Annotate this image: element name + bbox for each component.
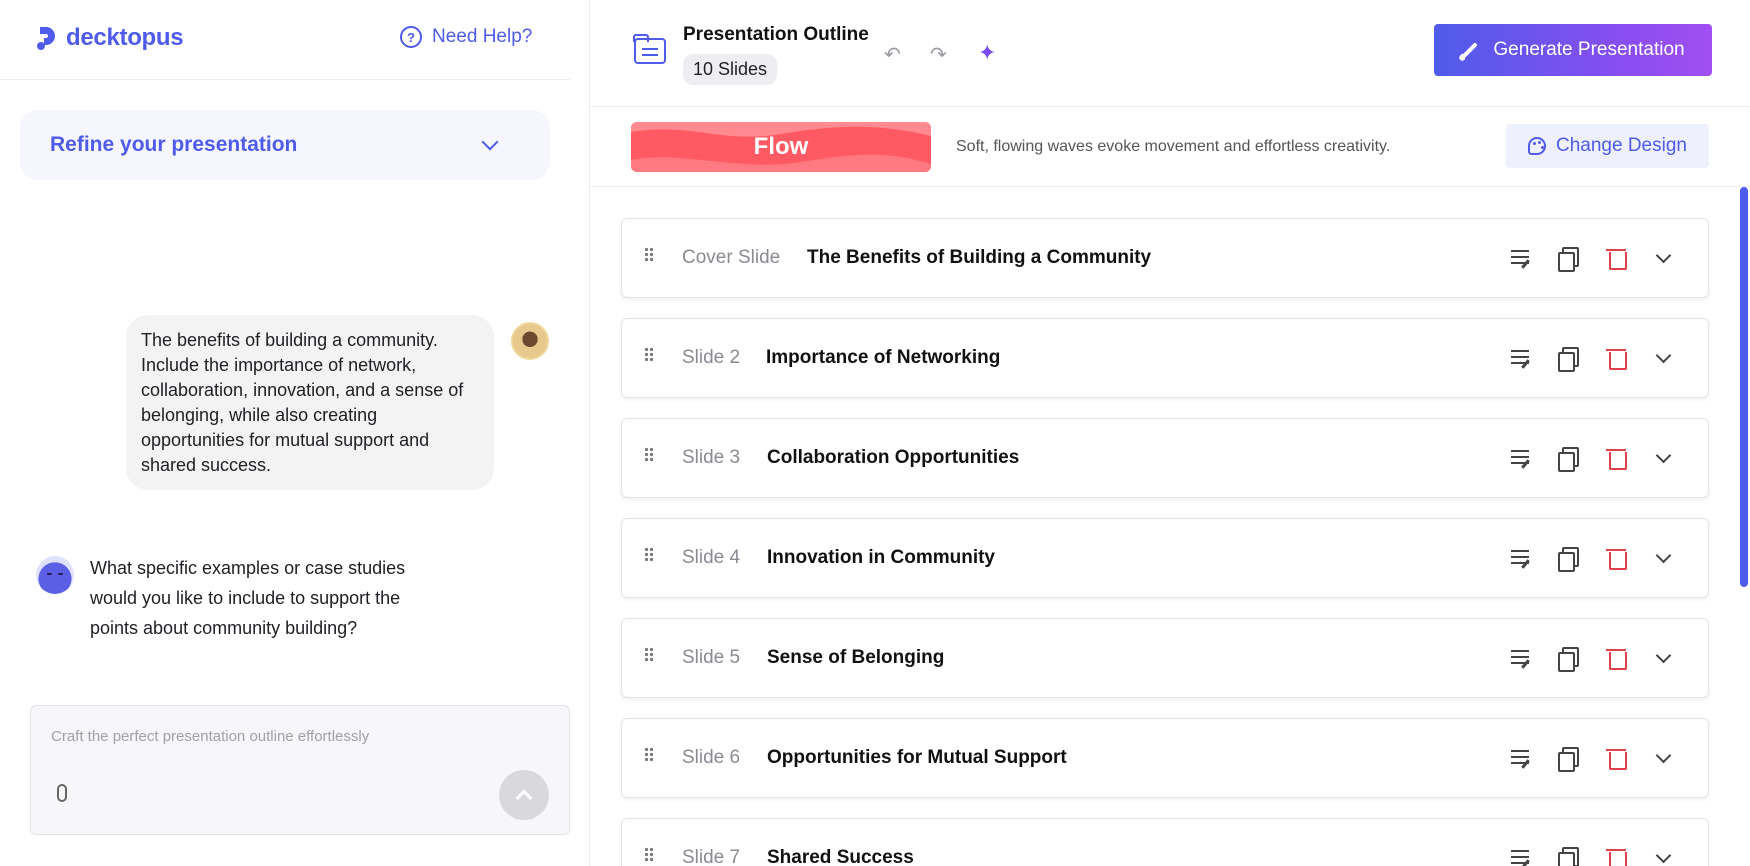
drag-handle-icon[interactable] [644,547,654,563]
trash-icon[interactable] [1605,346,1629,370]
drag-handle-icon[interactable] [644,647,654,663]
edit-notes-icon[interactable] [1510,346,1534,370]
edit-notes-icon[interactable] [1510,246,1534,270]
outline-header: Presentation Outline 10 Slides ↶ ↷ ✦ Gen… [590,0,1750,107]
slide-number: Slide 4 [682,547,741,568]
drag-handle-icon[interactable] [644,747,654,763]
edit-notes-icon[interactable] [1510,446,1534,470]
slide-number: Slide 5 [682,647,741,668]
duplicate-icon[interactable] [1556,846,1580,866]
slide-card[interactable]: Slide 4 Innovation in Community [621,518,1709,598]
refine-label: Refine your presentation [50,133,298,156]
undo-icon[interactable]: ↶ [884,42,901,67]
need-help-label: Need Help? [432,26,533,47]
slide-card[interactable]: Cover Slide The Benefits of Building a C… [621,218,1709,298]
header-divider [0,79,570,80]
chevron-down-icon [481,133,499,151]
slide-card[interactable]: Slide 3 Collaboration Opportunities [621,418,1709,498]
design-description: Soft, flowing waves evoke movement and e… [956,138,1391,155]
user-avatar [511,322,549,360]
edit-notes-icon[interactable] [1510,846,1534,866]
refine-presentation-accordion[interactable]: Refine your presentation [20,110,550,180]
composer [30,705,570,835]
need-help-link[interactable]: ? Need Help? [400,26,532,48]
question-circle-icon: ? [400,26,422,48]
drag-handle-icon[interactable] [644,347,654,363]
logo-mark-icon [37,27,55,50]
outline-title: Presentation Outline [683,24,869,45]
chevron-down-icon[interactable] [1652,746,1676,770]
user-message: The benefits of building a community. In… [126,315,494,490]
design-name: Flow [753,133,809,160]
chevron-up-icon [515,789,533,807]
slide-card[interactable]: Slide 5 Sense of Belonging [621,618,1709,698]
folder-outline-icon [633,34,666,64]
slide-title: The Benefits of Building a Community [807,247,1152,268]
duplicate-icon[interactable] [1556,446,1580,472]
sparkle-icon[interactable]: ✦ [978,40,996,66]
outline-panel: Presentation Outline 10 Slides ↶ ↷ ✦ Gen… [590,0,1750,866]
slide-card[interactable]: Slide 2 Importance of Networking [621,318,1709,398]
chevron-down-icon[interactable] [1652,346,1676,370]
slide-title: Collaboration Opportunities [767,447,1020,468]
slide-title: Innovation in Community [767,547,995,568]
outline-scrollbar[interactable] [1740,187,1748,587]
duplicate-icon[interactable] [1556,746,1580,772]
decktopus-logo[interactable]: decktopus [36,24,184,52]
palette-icon [1528,137,1546,155]
slide-title: Opportunities for Mutual Support [767,747,1067,768]
assistant-message: What specific examples or case studies w… [90,558,406,638]
assistant-avatar-eyes [47,573,63,577]
drag-handle-icon[interactable] [644,847,654,863]
slide-count-badge: 10 Slides [683,54,778,85]
chevron-down-icon[interactable] [1652,246,1676,270]
edit-notes-icon[interactable] [1510,746,1534,770]
slide-number: Slide 6 [682,747,741,768]
send-button[interactable] [499,770,549,820]
generate-label: Generate Presentation [1493,39,1685,60]
design-bar: Flow Soft, flowing waves evoke movement … [590,107,1750,187]
slide-card[interactable]: Slide 7 Shared Success [621,818,1709,866]
slide-number: Slide 2 [682,347,741,368]
slide-number: Cover Slide [682,247,781,268]
slide-card[interactable]: Slide 6 Opportunities for Mutual Support [621,718,1709,798]
duplicate-icon[interactable] [1556,246,1580,272]
change-design-button[interactable]: Change Design [1506,124,1709,168]
trash-icon[interactable] [1605,646,1629,670]
logo-text: decktopus [66,24,184,51]
trash-icon[interactable] [1605,846,1629,866]
trash-icon[interactable] [1605,746,1629,770]
trash-icon[interactable] [1605,446,1629,470]
slide-title: Importance of Networking [766,347,1001,368]
trash-icon[interactable] [1605,246,1629,270]
duplicate-icon[interactable] [1556,646,1580,672]
slide-number: Slide 7 [682,847,741,866]
redo-icon[interactable]: ↷ [930,42,947,67]
duplicate-icon[interactable] [1556,346,1580,372]
slide-title: Sense of Belonging [767,647,945,668]
edit-notes-icon[interactable] [1510,646,1534,670]
trash-icon[interactable] [1605,546,1629,570]
drag-handle-icon[interactable] [644,447,654,463]
change-design-label: Change Design [1556,135,1687,156]
drag-handle-icon[interactable] [644,247,654,263]
duplicate-icon[interactable] [1556,546,1580,572]
brush-icon [1462,42,1479,58]
generate-presentation-button[interactable]: Generate Presentation [1434,24,1712,76]
chevron-down-icon[interactable] [1652,846,1676,866]
prompt-input[interactable] [51,728,531,745]
chevron-down-icon[interactable] [1652,646,1676,670]
chat-panel: decktopus ? Need Help? Refine your prese… [0,0,590,866]
paperclip-icon[interactable] [57,784,67,802]
slide-list: Cover Slide The Benefits of Building a C… [590,187,1750,866]
slide-number: Slide 3 [682,447,741,468]
chevron-down-icon[interactable] [1652,546,1676,570]
slide-title: Shared Success [767,847,914,866]
design-thumbnail[interactable]: Flow [631,122,931,172]
edit-notes-icon[interactable] [1510,546,1534,570]
chevron-down-icon[interactable] [1652,446,1676,470]
